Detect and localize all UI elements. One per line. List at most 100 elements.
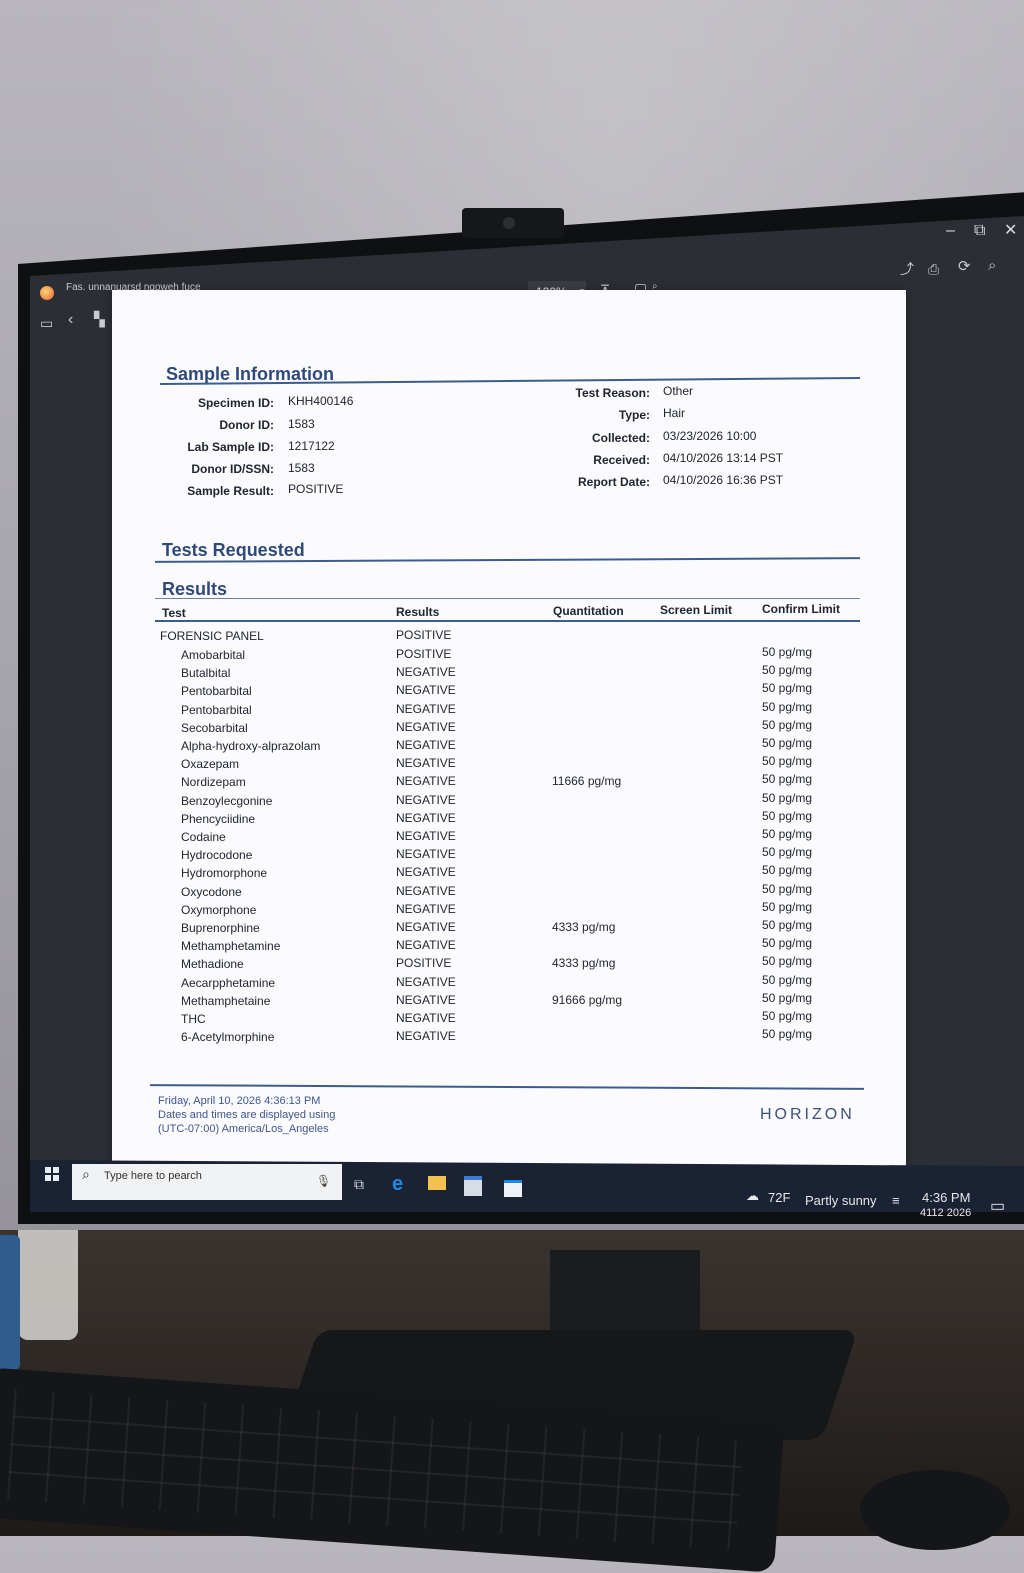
specimen-id-label: Specimen ID: <box>197 396 274 410</box>
result-value: NEGATIVE <box>396 774 456 789</box>
weather-icon[interactable]: ☁ <box>746 1188 759 1204</box>
result-value: NEGATIVE <box>396 756 456 771</box>
result-value: NEGATIVE <box>396 792 456 807</box>
result-test-name: Aecarpphetamine <box>181 975 276 990</box>
result-value: NEGATIVE <box>396 992 456 1007</box>
result-value: NEGATIVE <box>396 1029 456 1044</box>
result-quantitation: 91666 pg/mg <box>552 992 623 1007</box>
result-test-name: Oxymorphone <box>181 902 257 917</box>
result-confirm-limit: 50 pg/mg <box>762 990 813 1005</box>
result-test-name: Oxazepam <box>181 757 240 772</box>
result-confirm-limit: 50 pg/mg <box>762 717 813 732</box>
notification-icon[interactable]: ▭ <box>990 1196 1005 1216</box>
report-content: Sample Information Specimen ID: KHH40014… <box>0 0 1024 1536</box>
result-test-name: Codaine <box>181 830 226 844</box>
result-value: NEGATIVE <box>396 974 456 989</box>
result-confirm-limit: 50 pg/mg <box>762 663 813 678</box>
received-value: 04/10/2026 13:14 PST <box>663 451 784 465</box>
report-date-value: 04/10/2026 16:36 PST <box>663 473 784 487</box>
received-label: Received: <box>593 453 650 467</box>
result-test-name: Butalbital <box>181 666 231 681</box>
lab-sample-id-label: Lab Sample ID: <box>187 440 274 454</box>
edge-browser-icon[interactable]: e <box>392 1173 403 1196</box>
collected-label: Collected: <box>591 431 650 445</box>
news-icon[interactable]: ≡ <box>892 1193 900 1208</box>
weather-status[interactable]: Partly sunny <box>805 1193 877 1208</box>
result-confirm-limit: 50 pg/mg <box>762 754 813 769</box>
column-header-test: Test <box>162 606 186 620</box>
type-label: Type: <box>618 408 650 422</box>
start-button[interactable] <box>40 1162 70 1192</box>
result-test-name: Nordizepam <box>181 775 246 790</box>
result-confirm-limit: 50 pg/mg <box>762 863 813 878</box>
result-value: NEGATIVE <box>396 738 456 752</box>
donor-id-value: 1583 <box>288 417 315 431</box>
result-confirm-limit: 50 pg/mg <box>762 918 813 932</box>
specimen-id-value: KHH400146 <box>288 394 354 408</box>
header-rule <box>155 620 860 622</box>
column-header-screen-limit: Screen Limit <box>660 603 733 617</box>
footer-note: Dates and times are displayed using <box>158 1109 336 1121</box>
lab-sample-id-value: 1217122 <box>288 439 335 453</box>
result-quantitation: 4333 pg/mg <box>552 920 616 934</box>
mail-icon[interactable] <box>504 1180 522 1197</box>
result-confirm-limit: 50 pg/mg <box>762 845 813 860</box>
panel-name: FORENSIC PANEL <box>160 629 264 643</box>
report-date-label: Report Date: <box>577 475 650 489</box>
result-value: NEGATIVE <box>396 938 456 953</box>
clock-time[interactable]: 4:36 PM <box>922 1190 970 1205</box>
result-test-name: Hydromorphone <box>181 866 268 881</box>
column-header-confirm-limit: Confirm Limit <box>762 602 840 616</box>
result-test-name: Secobarbital <box>181 720 248 735</box>
result-value: NEGATIVE <box>396 683 456 698</box>
footer-timestamp: Friday, April 10, 2026 4:36:13 PM <box>158 1095 321 1107</box>
result-confirm-limit: 50 pg/mg <box>762 808 813 823</box>
column-header-results: Results <box>396 605 440 619</box>
column-header-quantitation: Quantitation <box>553 604 624 618</box>
footer-timezone: (UTC-07:00) America/Los_Angeles <box>158 1123 329 1135</box>
result-confirm-limit: 50 pg/mg <box>762 954 813 969</box>
result-test-name: Buprenorphine <box>181 921 260 935</box>
result-confirm-limit: 50 pg/mg <box>762 645 813 659</box>
task-view-icon[interactable]: ⧉ <box>354 1176 364 1193</box>
type-value: Hair <box>663 406 686 420</box>
result-test-name: Pentobarbital <box>181 702 252 717</box>
donor-id-label: Donor ID: <box>219 418 274 432</box>
result-value: POSITIVE <box>396 647 452 661</box>
result-test-name: THC <box>181 1012 206 1026</box>
result-confirm-limit: 50 pg/mg <box>762 681 813 696</box>
file-explorer-icon[interactable] <box>428 1176 446 1190</box>
microphone-icon[interactable]: 🎙︎ <box>316 1174 331 1188</box>
result-confirm-limit: 50 pg/mg <box>762 936 813 951</box>
result-test-name: Hydrocodone <box>181 848 253 863</box>
clock-date[interactable]: 4112 2026 <box>920 1207 971 1219</box>
footer-rule <box>149 1084 865 1090</box>
result-test-name: Benzoylecgonine <box>181 793 273 808</box>
result-test-name: Methamphetamine <box>181 939 281 954</box>
temperature[interactable]: 72F <box>768 1190 790 1205</box>
sample-result-label: Sample Result: <box>187 484 274 498</box>
result-value: NEGATIVE <box>396 920 456 934</box>
result-test-name: Phencyciidine <box>181 811 256 826</box>
result-value: NEGATIVE <box>396 665 456 680</box>
result-confirm-limit: 50 pg/mg <box>762 899 813 914</box>
panel-result: POSITIVE <box>396 628 452 642</box>
result-confirm-limit: 50 pg/mg <box>762 1009 813 1023</box>
result-confirm-limit: 50 pg/mg <box>762 736 813 750</box>
result-test-name: Pentobarbital <box>181 684 252 699</box>
result-confirm-limit: 50 pg/mg <box>762 699 813 714</box>
result-value: NEGATIVE <box>396 865 456 880</box>
result-confirm-limit: 50 pg/mg <box>762 827 813 841</box>
result-test-name: Methamphetaine <box>181 993 271 1008</box>
store-icon[interactable] <box>464 1176 482 1196</box>
result-test-name: Alpha-hydroxy-alprazolam <box>181 739 321 753</box>
result-test-name: Oxycodone <box>181 884 242 899</box>
collected-value: 03/23/2026 10:00 <box>663 429 757 443</box>
result-value: NEGATIVE <box>396 701 456 716</box>
result-value: NEGATIVE <box>396 1011 456 1025</box>
result-test-name: 6-Acetylmorphine <box>181 1030 275 1045</box>
search-icon: ⌕ <box>82 1166 90 1182</box>
tests-requested-heading: Tests Requested <box>162 540 305 560</box>
result-value: NEGATIVE <box>396 883 456 898</box>
taskbar-search-placeholder[interactable]: Type here to pearch <box>104 1170 202 1182</box>
